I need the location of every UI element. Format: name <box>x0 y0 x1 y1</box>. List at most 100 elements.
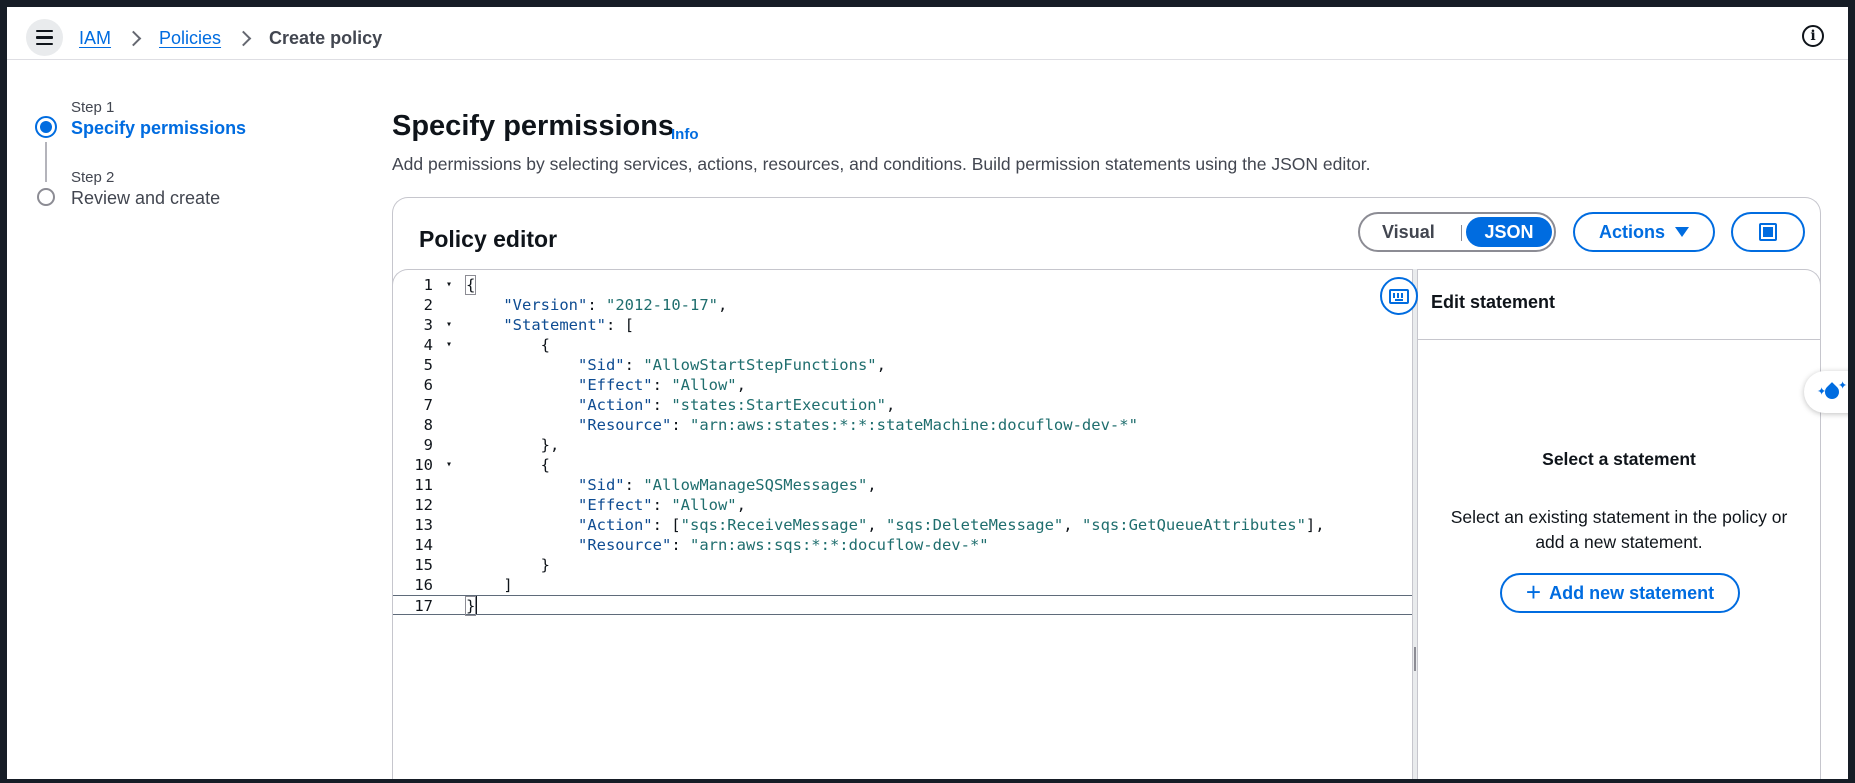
line-number: 7 <box>423 396 433 414</box>
actions-label: Actions <box>1598 221 1665 242</box>
line-number: 16 <box>414 576 433 594</box>
code-line[interactable]: 9 }, <box>393 435 1412 455</box>
line-number: 13 <box>414 516 433 534</box>
fold-toggle-icon[interactable]: ▾ <box>446 335 452 355</box>
code-text: "Resource": "arn:aws:sqs:*:*:docuflow-de… <box>577 536 989 554</box>
empty-state-description: Select an existing statement in the poli… <box>1450 507 1788 552</box>
line-number: 17 <box>414 597 433 615</box>
keyboard-shortcuts-button[interactable] <box>1380 277 1418 315</box>
code-text: "Action": "states:StartExecution", <box>577 396 896 414</box>
line-number: 1 <box>423 276 433 294</box>
code-text: "Effect": "Allow", <box>577 376 746 394</box>
menu-icon-bar <box>36 36 53 39</box>
line-number: 14 <box>414 536 433 554</box>
breadcrumb: IAM Policies Create policy <box>79 28 382 49</box>
line-number: 11 <box>414 476 433 494</box>
menu-icon-bar <box>36 42 53 46</box>
code-text: "Sid": "AllowManageSQSMessages", <box>577 476 877 494</box>
step-connector <box>45 142 47 182</box>
line-number: 15 <box>414 556 433 574</box>
chevron-right-icon <box>235 30 252 47</box>
code-line[interactable]: 10 ▾ { <box>393 455 1412 475</box>
fold-toggle-icon[interactable]: ▾ <box>446 275 452 295</box>
add-new-statement-button[interactable]: + Add new statement <box>1500 573 1740 613</box>
edit-statement-header: Edit statement <box>1418 270 1820 340</box>
keyboard-icon <box>1389 288 1409 304</box>
code-line[interactable]: 6 "Effect": "Allow", <box>393 375 1412 395</box>
app-window: IAM Policies Create policy i Step 1 Spec… <box>7 7 1848 779</box>
line-number: 8 <box>423 416 433 434</box>
breadcrumb-iam-link[interactable]: IAM <box>79 28 111 49</box>
edit-statement-title: Edit statement <box>1431 292 1556 312</box>
editor-mode-toggle: Visual JSON <box>1358 212 1556 252</box>
code-text: } <box>466 556 550 574</box>
menu-toggle-button[interactable] <box>26 19 63 56</box>
code-text: "Effect": "Allow", <box>577 496 746 514</box>
page-description: Add permissions by selecting services, a… <box>392 154 1371 174</box>
step-1-title[interactable]: Specify permissions <box>71 118 246 139</box>
code-line[interactable]: 2 "Version": "2012-10-17", <box>393 295 1412 315</box>
code-line[interactable]: 4 ▾ { <box>393 335 1412 355</box>
code-line[interactable]: 17} <box>393 595 1412 616</box>
step-2-title: Review and create <box>71 188 221 208</box>
fullscreen-icon <box>1759 223 1777 241</box>
empty-state-title: Select a statement <box>1542 449 1696 469</box>
caret-down-icon <box>1675 227 1689 237</box>
fullscreen-button[interactable] <box>1731 212 1805 252</box>
code-text: "Resource": "arn:aws:states:*:*:stateMac… <box>577 416 1138 434</box>
code-line[interactable]: 16 ] <box>393 575 1412 595</box>
info-link[interactable]: Info <box>671 126 699 143</box>
menu-icon <box>36 29 53 33</box>
line-number: 6 <box>423 376 433 394</box>
mode-divider <box>1461 225 1462 241</box>
mode-visual-option[interactable]: Visual <box>1382 222 1435 243</box>
code-line[interactable]: 8 "Resource": "arn:aws:states:*:*:stateM… <box>393 415 1412 435</box>
step-2-indicator <box>37 188 55 206</box>
code-line[interactable]: 1 ▾ { <box>393 275 1412 295</box>
code-line[interactable]: 11 "Sid": "AllowManageSQSMessages", <box>393 475 1412 495</box>
code-line[interactable]: 12 "Effect": "Allow", <box>393 495 1412 515</box>
line-number: 2 <box>423 296 433 314</box>
code-line[interactable]: 14 "Resource": "arn:aws:sqs:*:*:docuflow… <box>393 535 1412 555</box>
code-line[interactable]: 5 "Sid": "AllowStartStepFunctions", <box>393 355 1412 375</box>
top-navigation-bar: IAM Policies Create policy i <box>7 7 1848 60</box>
plus-icon: + <box>1525 576 1542 607</box>
line-number: 9 <box>423 436 433 454</box>
line-number: 4 <box>423 336 433 354</box>
code-text: "Sid": "AllowStartStepFunctions", <box>577 356 886 374</box>
sparkle-icon: ✦ <box>1838 380 1848 392</box>
code-line[interactable]: 15 } <box>393 555 1412 575</box>
code-text: { <box>466 456 550 474</box>
code-text: "Action": ["sqs:ReceiveMessage", "sqs:De… <box>577 516 1325 534</box>
line-number: 3 <box>423 316 433 334</box>
code-text: "Statement": [ <box>503 316 634 334</box>
fold-toggle-icon[interactable]: ▾ <box>446 455 452 475</box>
code-text: "Version": "2012-10-17", <box>503 296 728 314</box>
mode-json-option[interactable]: JSON <box>1466 217 1552 247</box>
step-1-indicator <box>35 116 57 138</box>
chevron-right-icon <box>125 30 142 47</box>
code-text: } <box>464 596 478 616</box>
add-new-statement-label: Add new statement <box>1549 582 1715 603</box>
code-line[interactable]: 13 "Action": ["sqs:ReceiveMessage", "sqs… <box>393 515 1412 535</box>
actions-dropdown-button[interactable]: Actions <box>1573 212 1715 252</box>
amazon-q-widget[interactable]: ✦ ✦ <box>1804 371 1848 413</box>
code-text: { <box>464 275 477 295</box>
breadcrumb-current: Create policy <box>269 28 383 48</box>
code-text: { <box>466 336 550 354</box>
fold-toggle-icon[interactable]: ▾ <box>446 315 452 335</box>
code-line[interactable]: 7 "Action": "states:StartExecution", <box>393 395 1412 415</box>
edit-statement-panel: Edit statement Select a statement Select… <box>1418 269 1821 779</box>
json-code-editor[interactable]: 1 ▾{2 "Version": "2012-10-17", 3 ▾ "Stateme… <box>392 269 1412 779</box>
line-number: 5 <box>423 356 433 374</box>
line-number: 10 <box>414 456 433 474</box>
code-line[interactable]: 3 ▾ "Statement": [ <box>393 315 1412 335</box>
line-number: 12 <box>414 496 433 514</box>
page-title: Specify permissions <box>392 110 675 142</box>
resize-grip <box>1414 647 1416 671</box>
code-text: }, <box>466 436 560 454</box>
breadcrumb-policies-link[interactable]: Policies <box>159 28 221 49</box>
info-icon[interactable]: i <box>1802 25 1824 47</box>
sparkle-icon: ✦ <box>1817 386 1827 398</box>
step-1-label: Step 1 <box>71 99 115 116</box>
